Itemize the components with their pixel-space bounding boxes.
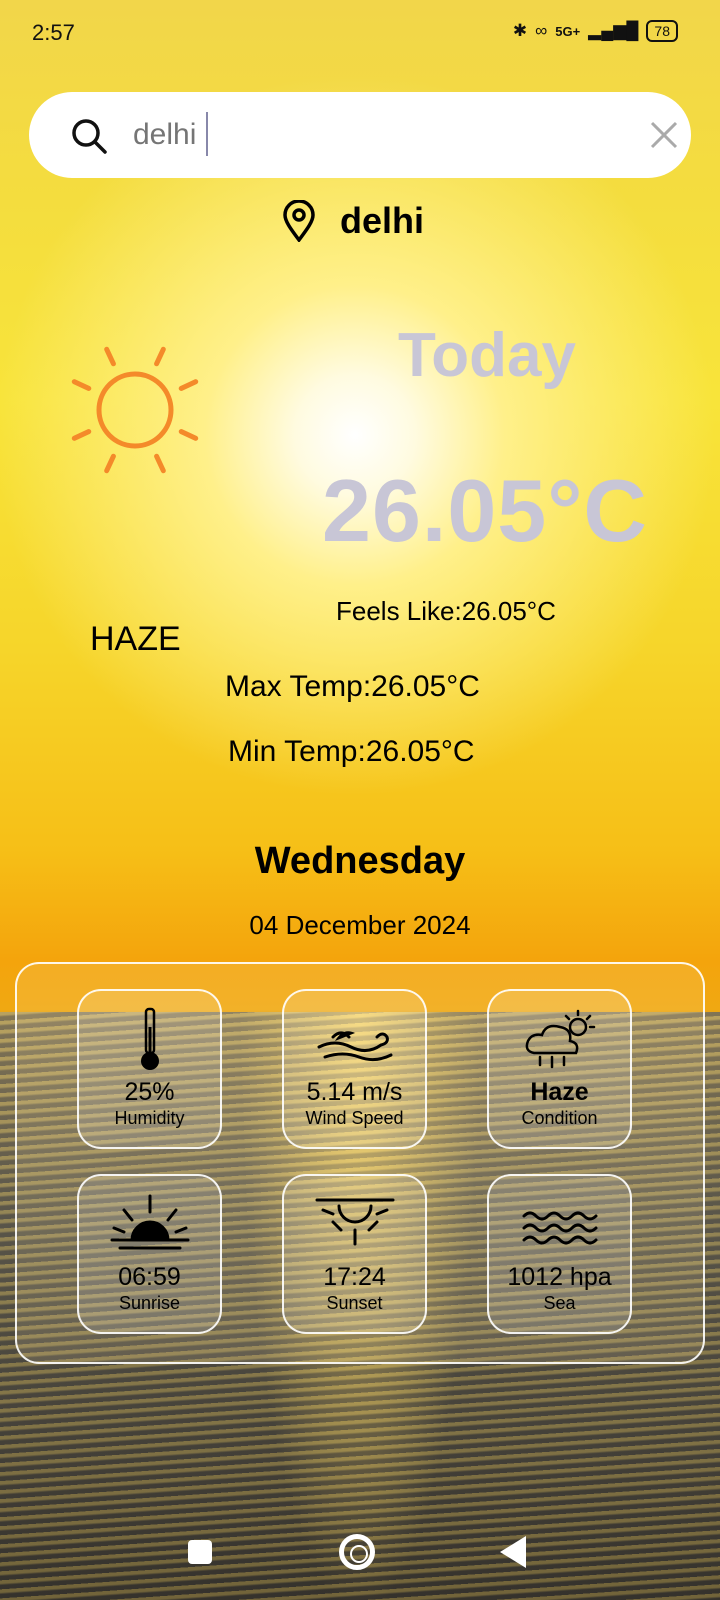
navigation-bar (0, 1510, 720, 1600)
sunset-card: 17:24 Sunset (282, 1174, 427, 1334)
day-name: Wednesday (254, 840, 466, 882)
wind-speed-value: 5.14 m/s (306, 1078, 403, 1106)
sunset-label: Sunset (326, 1293, 383, 1313)
date: 04 December 2024 (249, 910, 471, 940)
sea-level-card: 1012 hpa Sea (487, 1174, 632, 1334)
location-name: delhi (340, 200, 425, 241)
status-icons: ✱ ∞ 5G+ ▂▄▆█ 78 (513, 20, 678, 42)
sunset-value: 17:24 (323, 1263, 386, 1291)
humidity-value: 25% (124, 1078, 175, 1106)
details-panel: 25% Humidity 5.14 m/s Wind Speed Haze Co… (15, 962, 705, 1364)
wind-speed-card: 5.14 m/s Wind Speed (282, 989, 427, 1149)
search-icon[interactable] (69, 116, 109, 156)
condition-card: Haze Condition (487, 989, 632, 1149)
thermometer-icon (140, 1007, 159, 1070)
search-input[interactable] (133, 114, 593, 156)
text-caret (206, 112, 208, 156)
waves-icon (522, 1211, 597, 1245)
close-icon[interactable] (647, 118, 681, 152)
recents-button[interactable] (188, 1540, 212, 1564)
today-label: Today (398, 321, 576, 390)
temperature: 26.05°C (322, 461, 648, 560)
link-icon: ∞ (535, 21, 548, 40)
humidity-card: 25% Humidity (77, 989, 222, 1149)
location: delhi (282, 200, 424, 242)
network-label: 5G+ (555, 23, 581, 39)
sunrise-card: 06:59 Sunrise (77, 1174, 222, 1334)
bluetooth-icon: ✱ (512, 21, 528, 40)
feels-like: Feels Like:26.05°C (336, 596, 556, 626)
sun-icon (71, 346, 199, 474)
signal-icon: ▂▄▆█ (588, 21, 639, 40)
condition-label: HAZE (90, 620, 181, 658)
sunrise-value: 06:59 (118, 1263, 181, 1291)
location-pin-icon (283, 200, 315, 242)
wind-speed-label: Wind Speed (305, 1108, 404, 1128)
humidity-label: Humidity (114, 1108, 185, 1128)
sunset-icon (315, 1198, 394, 1246)
min-temp: Min Temp:26.05°C (228, 735, 475, 768)
condition-label-card: Condition (521, 1108, 598, 1128)
max-temp: Max Temp:26.05°C (225, 670, 480, 703)
search-bar[interactable] (29, 92, 691, 178)
sea-level-value: 1012 hpa (507, 1263, 612, 1291)
battery-icon: 78 (646, 20, 678, 42)
sunrise-label: Sunrise (118, 1293, 181, 1313)
status-time: 2:57 (32, 20, 75, 45)
home-button[interactable] (339, 1534, 375, 1570)
sea-level-label: Sea (543, 1293, 576, 1313)
wind-icon (317, 1031, 392, 1062)
cloud-sun-rain-icon (525, 1009, 595, 1069)
condition-value: Haze (530, 1078, 589, 1106)
sunrise-icon (110, 1194, 189, 1250)
back-button[interactable] (500, 1536, 526, 1568)
